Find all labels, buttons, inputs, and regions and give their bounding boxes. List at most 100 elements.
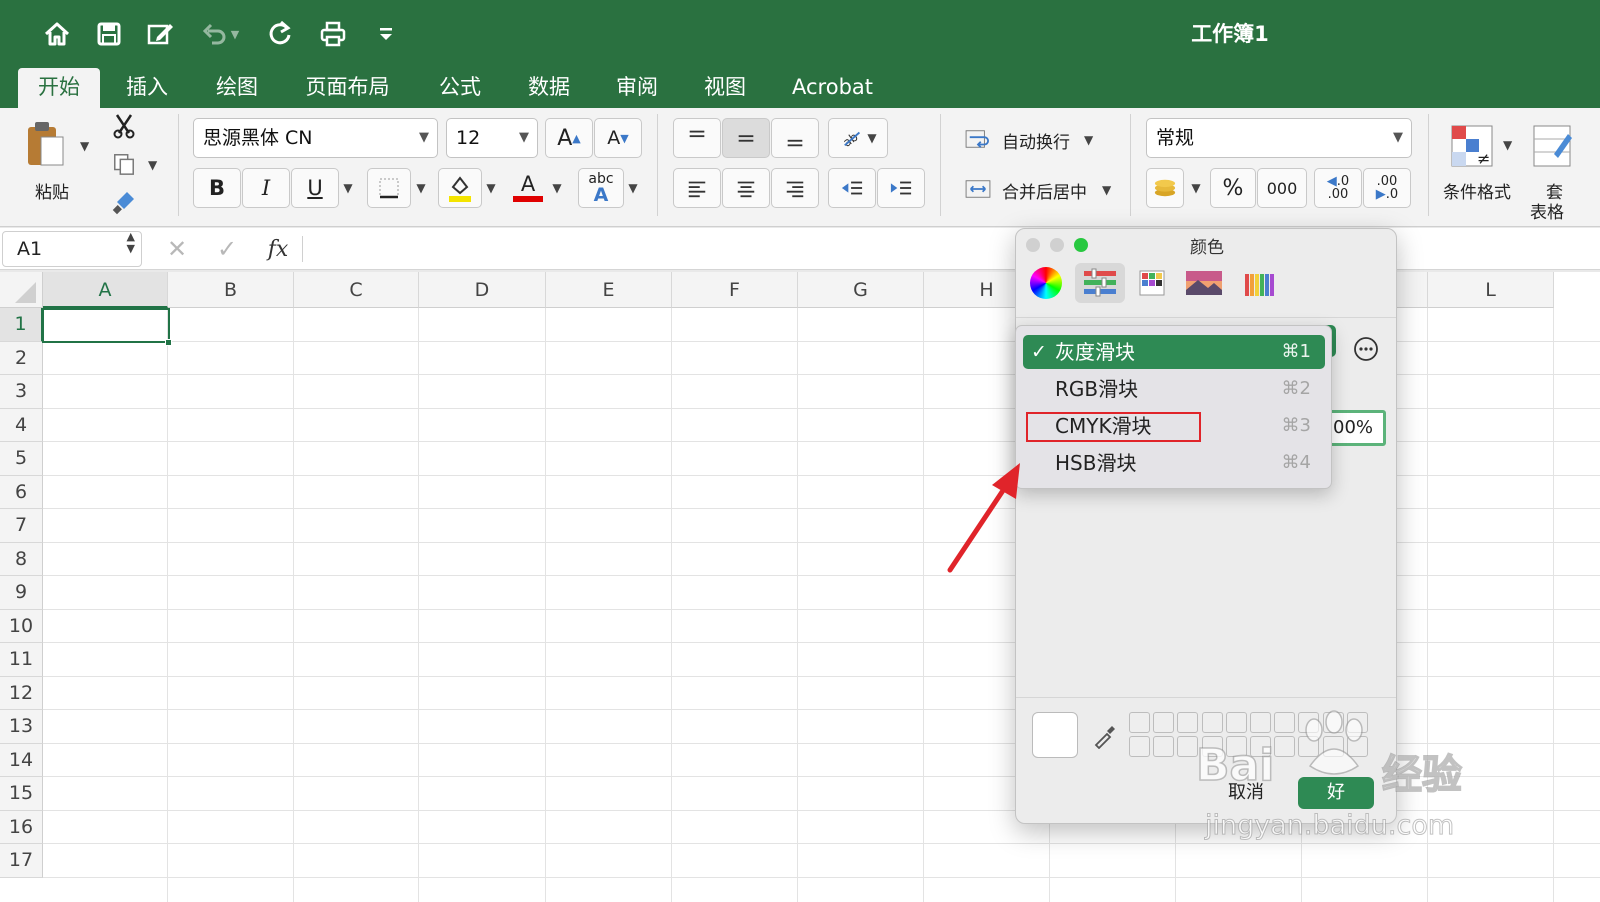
font-name-select[interactable]: 思源黑体 CN ▼	[193, 118, 438, 158]
align-center-icon[interactable]	[722, 168, 770, 208]
color-wheel-icon[interactable]	[1024, 263, 1068, 303]
formula-input[interactable]	[310, 231, 1590, 267]
empty-swatch[interactable]	[1129, 712, 1150, 733]
tab-acrobat[interactable]: Acrobat	[780, 68, 885, 108]
redo-icon[interactable]	[258, 12, 302, 56]
row-header-15[interactable]: 15	[0, 777, 43, 811]
fill-handle[interactable]	[165, 339, 172, 346]
currency-icon[interactable]	[1146, 168, 1184, 208]
row-header-1[interactable]: 1	[0, 308, 43, 342]
percent-button[interactable]: %	[1210, 168, 1256, 208]
column-header-l[interactable]: L	[1428, 272, 1554, 308]
font-color-dropdown-icon[interactable]: ▼	[548, 168, 566, 208]
tab-page-layout[interactable]: 页面布局	[290, 68, 405, 108]
copy-dropdown-icon[interactable]: ▼	[148, 158, 157, 172]
cut-icon[interactable]	[108, 110, 140, 142]
wrap-text-icon[interactable]	[960, 122, 996, 156]
tab-draw[interactable]: 绘图	[198, 68, 276, 108]
column-header-f[interactable]: F	[672, 272, 798, 308]
format-painter-icon[interactable]	[108, 186, 140, 218]
thousands-button[interactable]: 000	[1257, 168, 1307, 208]
empty-swatch[interactable]	[1201, 712, 1223, 733]
undo-dropdown-icon[interactable]: ▼	[225, 12, 245, 56]
cancel-formula-icon[interactable]: ✕	[160, 232, 194, 266]
underline-dropdown-icon[interactable]: ▼	[339, 168, 357, 208]
tab-insert[interactable]: 插入	[110, 68, 184, 108]
format-as-table-icon[interactable]	[1530, 120, 1574, 172]
row-header-7[interactable]: 7	[0, 509, 43, 543]
align-top-icon[interactable]	[673, 118, 721, 158]
column-header-a[interactable]: A	[43, 272, 168, 308]
conditional-format-label[interactable]: 条件格式	[1443, 178, 1511, 203]
print-icon[interactable]	[311, 12, 355, 56]
empty-swatch[interactable]	[1225, 712, 1247, 733]
empty-swatch[interactable]	[1274, 736, 1296, 757]
edit-icon[interactable]	[138, 12, 182, 56]
confirm-formula-icon[interactable]: ✓	[210, 232, 244, 266]
column-header-e[interactable]: E	[546, 272, 672, 308]
row-header-10[interactable]: 10	[0, 609, 43, 643]
row-header-6[interactable]: 6	[0, 475, 43, 509]
phonetic-dropdown-icon[interactable]: ▼	[624, 168, 642, 208]
column-header-c[interactable]: C	[294, 272, 419, 308]
image-palettes-icon[interactable]	[1182, 263, 1226, 303]
name-box-stepper-icon[interactable]: ▲ ▼	[127, 231, 135, 255]
row-header-11[interactable]: 11	[0, 643, 43, 677]
borders-icon[interactable]	[367, 168, 411, 208]
menu-item-grayscale[interactable]: ✓ 灰度滑块 ⌘1	[1023, 335, 1325, 369]
merge-center-dropdown-icon[interactable]: ▼	[1102, 183, 1111, 197]
align-right-icon[interactable]	[771, 168, 819, 208]
more-options-icon[interactable]	[1352, 335, 1380, 363]
row-header-9[interactable]: 9	[0, 576, 43, 610]
color-palettes-icon[interactable]	[1130, 263, 1174, 303]
paste-dropdown-icon[interactable]: ▼	[80, 139, 89, 153]
conditional-format-icon[interactable]: ≠	[1446, 120, 1498, 172]
wrap-text-label[interactable]: 自动换行	[1002, 128, 1070, 153]
menu-item-rgb[interactable]: RGB滑块 ⌘2	[1023, 372, 1325, 406]
select-all-corner[interactable]	[0, 272, 43, 308]
home-icon[interactable]	[35, 12, 79, 56]
decrease-decimal-button[interactable]: .00 ▶.0	[1363, 168, 1411, 208]
italic-button[interactable]: I	[242, 168, 290, 208]
merge-center-label[interactable]: 合并后居中	[1002, 178, 1087, 203]
align-bottom-icon[interactable]	[771, 118, 819, 158]
paste-icon[interactable]	[18, 114, 72, 174]
row-header-17[interactable]: 17	[0, 844, 43, 878]
empty-swatch[interactable]	[1274, 712, 1296, 733]
conditional-format-dropdown-icon[interactable]: ▼	[1503, 138, 1512, 152]
save-icon[interactable]	[87, 12, 131, 56]
underline-button[interactable]: U	[291, 168, 339, 208]
row-header-2[interactable]: 2	[0, 341, 43, 375]
increase-font-size-button[interactable]: A ▲	[545, 118, 593, 158]
fill-color-icon[interactable]	[438, 168, 482, 208]
borders-dropdown-icon[interactable]: ▼	[412, 168, 430, 208]
empty-swatch[interactable]	[1129, 736, 1150, 757]
tab-review[interactable]: 审阅	[598, 68, 676, 108]
tab-home[interactable]: 开始	[18, 68, 100, 108]
pencils-icon[interactable]	[1238, 263, 1282, 303]
merge-center-icon[interactable]	[960, 172, 996, 206]
menu-item-hsb[interactable]: HSB滑块 ⌘4	[1023, 446, 1325, 480]
row-header-4[interactable]: 4	[0, 408, 43, 442]
row-header-14[interactable]: 14	[0, 743, 43, 777]
decrease-font-size-button[interactable]: A ▼	[594, 118, 642, 158]
wrap-text-dropdown-icon[interactable]: ▼	[1084, 133, 1093, 147]
row-header-8[interactable]: 8	[0, 542, 43, 576]
align-middle-icon[interactable]	[722, 118, 770, 158]
font-color-button[interactable]: A	[508, 168, 548, 208]
column-header-d[interactable]: D	[419, 272, 546, 308]
row-header-13[interactable]: 13	[0, 710, 43, 744]
row-header-5[interactable]: 5	[0, 442, 43, 476]
copy-icon[interactable]	[108, 148, 140, 180]
empty-swatch[interactable]	[1177, 712, 1199, 733]
column-header-g[interactable]: G	[798, 272, 924, 308]
format-as-table-label-2[interactable]: 表格	[1530, 198, 1564, 223]
name-box[interactable]: A1 ▲ ▼	[2, 231, 142, 267]
number-format-select[interactable]: 常规 ▼	[1146, 118, 1412, 158]
tab-data[interactable]: 数据	[510, 68, 588, 108]
selected-cell-a1[interactable]	[42, 308, 170, 343]
increase-indent-icon[interactable]	[877, 168, 925, 208]
orientation-icon[interactable]: ab ▼	[828, 118, 888, 158]
customize-toolbar-icon[interactable]	[364, 12, 408, 56]
empty-swatch[interactable]	[1153, 736, 1175, 757]
